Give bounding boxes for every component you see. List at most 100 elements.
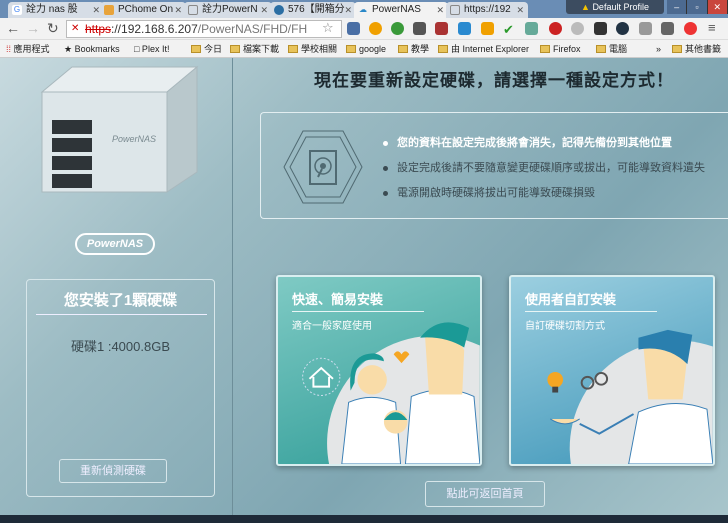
tab-label: PChome On <box>118 4 174 15</box>
extension-icon[interactable] <box>481 22 494 35</box>
extension-icon[interactable] <box>525 22 538 35</box>
tab-3[interactable]: 詮力PowerN ✕ <box>184 2 272 18</box>
url-host: ://192.168.6.207 <box>111 22 198 36</box>
folder-icon <box>191 45 201 53</box>
chrome-icon[interactable] <box>684 22 697 35</box>
warning-icon: ▲ <box>581 2 593 12</box>
installed-disks-panel: 您安裝了1顆硬碟 硬碟1 :4000.8GB 重新偵測硬碟 <box>26 279 215 497</box>
url-path: /PowerNAS/FHD/FH <box>197 22 308 36</box>
bookmark[interactable]: ★ Bookmarks <box>64 40 120 57</box>
apps-bookmark[interactable]: ⁞⁞ 應用程式 <box>6 40 50 57</box>
insecure-lock-icon: ✕ <box>71 23 80 34</box>
tab-4[interactable]: 576【開箱分 ✕ <box>270 2 356 18</box>
address-bar[interactable]: ✕ https://192.168.6.207/PowerNAS/FHD/FH <box>66 20 342 38</box>
warning-box: 您的資料在設定完成後將會消失，記得先備份到其他位置 設定完成後請不要隨意變更硬碟… <box>260 112 728 219</box>
page-icon <box>188 5 198 15</box>
extension-icon[interactable] <box>435 22 448 35</box>
extension-icon[interactable] <box>413 22 426 35</box>
quick-install-option[interactable]: 快速、簡易安裝 適合一般家庭使用 <box>276 275 482 466</box>
close-icon[interactable]: ✕ <box>436 2 444 18</box>
bookmarks-overflow[interactable]: » <box>656 40 661 57</box>
return-home-button[interactable]: 點此可返回首頁 <box>425 481 545 507</box>
hard-disk-icon <box>283 130 363 204</box>
tab-1[interactable]: G 詮力 nas 股 ✕ <box>8 2 104 18</box>
tab-strip: G 詮力 nas 股 ✕ PChome On ✕ 詮力PowerN ✕ 576【開箱分 ✕… <box>0 0 728 18</box>
powernas-logo: PowerNAS <box>75 233 155 255</box>
tab-6[interactable]: https://192 ✕ <box>446 2 528 18</box>
profile-button[interactable]: ▲ Default Profile <box>566 0 664 14</box>
bookmark-folder[interactable]: 教學 <box>398 40 430 57</box>
folder-icon <box>596 45 606 53</box>
check-icon[interactable]: ✔ <box>503 22 516 37</box>
bookmark-label: 檔案下載 <box>243 44 280 54</box>
extension-icon[interactable] <box>391 22 404 35</box>
bookmark-label: 應用程式 <box>13 44 50 54</box>
redetect-disks-button[interactable]: 重新偵測硬碟 <box>59 459 167 483</box>
tab-powernas[interactable]: ☁ PowerNAS ✕ <box>354 2 448 18</box>
other-bookmarks[interactable]: 其他書籤 <box>672 40 721 57</box>
divider <box>36 314 207 315</box>
extension-icon[interactable] <box>639 22 652 35</box>
tab-2[interactable]: PChome On ✕ <box>100 2 186 18</box>
tab-label: 詮力 nas 股 <box>26 4 78 15</box>
windows-taskbar <box>0 515 728 523</box>
close-window-button[interactable]: ✕ <box>707 0 728 14</box>
tab-label: 576【開箱分 <box>288 4 345 15</box>
close-icon[interactable]: ✕ <box>516 2 524 18</box>
close-icon[interactable]: ✕ <box>260 2 268 18</box>
reload-icon[interactable]: ↻ <box>47 20 59 37</box>
star-icon[interactable]: ☆ <box>322 20 334 36</box>
bookmark-label: google <box>359 44 387 54</box>
warning-item: 設定完成後請不要隨意變更硬碟順序或拔出，可能導致資料遺失 <box>381 156 705 181</box>
close-icon[interactable]: ✕ <box>344 2 352 18</box>
folder-icon <box>672 45 682 53</box>
adblock-icon[interactable] <box>549 22 562 35</box>
bookmark-folder[interactable]: Firefox <box>540 40 581 57</box>
extension-icon[interactable] <box>458 22 471 35</box>
bookmark-folder[interactable]: google <box>346 40 387 57</box>
url-scheme: https <box>85 22 112 36</box>
bookmark-label: 今日 <box>204 44 223 54</box>
nas-device-image: PowerNAS <box>40 65 199 193</box>
back-arrow-icon[interactable]: ← <box>6 20 20 36</box>
bookmark-folder[interactable]: 今日 <box>191 40 223 57</box>
pchome-icon <box>104 5 114 15</box>
left-panel: PowerNAS PowerNAS 您安裝了1顆硬碟 硬碟1 :4000.8GB… <box>0 58 233 515</box>
warning-list: 您的資料在設定完成後將會消失，記得先備份到其他位置 設定完成後請不要隨意變更硬碟… <box>381 131 705 206</box>
tab-label: 詮力PowerN <box>202 4 258 15</box>
menu-icon[interactable]: ≡ <box>708 20 716 35</box>
warning-item: 電源開啟時硬碟將拔出可能導致硬碟損毀 <box>381 181 705 206</box>
cloud-icon: ☁ <box>359 5 367 14</box>
bookmark-folder[interactable]: 學校相關 <box>288 40 337 57</box>
folder-icon <box>438 45 448 53</box>
divider <box>292 311 424 312</box>
extension-icon[interactable] <box>347 22 360 35</box>
custom-install-option[interactable]: 使用者自訂安裝 自訂硬碟切割方式 <box>509 275 715 466</box>
bookmark-label: 由 Internet Explorer <box>451 44 530 54</box>
bookmark-label: Firefox <box>553 44 581 54</box>
bookmark[interactable]: □ Plex It! <box>134 40 169 57</box>
folder-icon <box>230 45 240 53</box>
apps-grid-icon: ⁞⁞ <box>6 44 14 54</box>
forward-arrow-icon[interactable]: → <box>26 20 40 36</box>
profile-label: Default Profile <box>592 2 649 12</box>
bookmark-folder[interactable]: 由 Internet Explorer <box>438 40 530 57</box>
extension-icon[interactable] <box>369 22 382 35</box>
bookmark-label: 教學 <box>411 44 430 54</box>
maximize-button[interactable]: ▫ <box>687 0 708 14</box>
bookmark-label: 電腦 <box>609 44 628 54</box>
folder-icon <box>398 45 408 53</box>
extension-icon[interactable] <box>616 22 629 35</box>
extension-icon[interactable] <box>571 22 584 35</box>
bookmark-folder[interactable]: 電腦 <box>596 40 628 57</box>
close-icon[interactable]: ✕ <box>174 2 182 18</box>
disk-item: 硬碟1 :4000.8GB <box>71 339 170 354</box>
option-subtitle: 適合一般家庭使用 <box>292 321 372 332</box>
bookmark-folder[interactable]: 檔案下載 <box>230 40 280 57</box>
close-icon[interactable]: ✕ <box>92 2 100 18</box>
extension-icon[interactable] <box>661 22 674 35</box>
film-icon[interactable] <box>594 22 607 35</box>
window-controls: – ▫ ✕ <box>667 0 728 14</box>
minimize-button[interactable]: – <box>667 0 688 14</box>
page-title: 現在要重新設定硬碟，請選擇一種設定方式！ <box>314 71 674 90</box>
